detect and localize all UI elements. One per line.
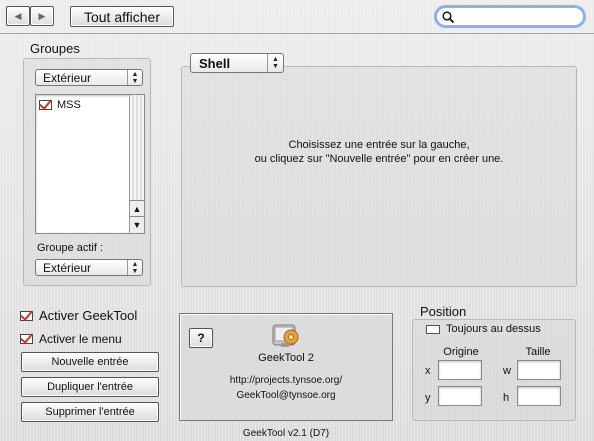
group-popup-label: Extérieur (43, 70, 92, 85)
popup-arrows-icon: ▲ ▼ (267, 54, 283, 72)
activate-menu-label: Activer le menu (39, 332, 122, 346)
h-field[interactable] (517, 386, 561, 406)
position-title: Position (420, 304, 467, 319)
always-on-top-label: Toujours au dessus (446, 323, 541, 335)
y-field[interactable] (438, 386, 482, 406)
help-label: ? (197, 331, 205, 345)
editor-message: Choisissez une entrée sur la gauche, ou … (181, 138, 577, 166)
h-label: h (503, 392, 510, 404)
delete-entry-button[interactable]: Supprimer l'entrée (21, 402, 159, 422)
search-field[interactable] (434, 5, 586, 28)
group-enabled-checkbox[interactable] (39, 100, 52, 110)
entry-type-popup[interactable]: Shell ▲ ▼ (190, 53, 284, 73)
w-label: w (503, 365, 511, 377)
project-url[interactable]: http://projects.tynsoe.org/ (179, 375, 393, 386)
activate-geektool-label: Activer GeekTool (39, 308, 138, 323)
always-on-top-row[interactable]: Toujours au dessus (426, 323, 541, 335)
geektool-app-icon (272, 324, 299, 347)
activate-geektool-row[interactable]: Activer GeekTool (20, 308, 137, 323)
group-item-label: MSS (57, 99, 81, 111)
duplicate-entry-button[interactable]: Dupliquer l'entrée (21, 377, 159, 397)
duplicate-entry-label: Dupliquer l'entrée (47, 381, 133, 393)
popup-arrows-icon: ▲ ▼ (127, 70, 142, 85)
list-item[interactable]: MSS (39, 98, 129, 112)
back-button[interactable]: ◀ (6, 6, 30, 26)
delete-entry-label: Supprimer l'entrée (45, 406, 135, 418)
always-on-top-checkbox[interactable] (426, 324, 440, 334)
group-popup[interactable]: Extérieur ▲ ▼ (35, 69, 143, 86)
version-label: GeekTool v2.1 (D7) (242, 428, 330, 439)
show-all-button[interactable]: Tout afficher (70, 6, 174, 27)
activate-geektool-checkbox[interactable] (20, 310, 33, 321)
forward-button[interactable]: ▶ (30, 6, 54, 26)
scroll-down-arrow-icon[interactable]: ▼ (130, 216, 144, 233)
activate-menu-checkbox[interactable] (20, 334, 33, 344)
active-group-label: Groupe actif : (37, 242, 104, 254)
groups-list-scrollbar[interactable]: ▲ ▼ (129, 95, 144, 233)
scroll-up-arrow-icon[interactable]: ▲ (130, 200, 144, 217)
back-arrow-icon: ◀ (14, 10, 22, 21)
new-entry-button[interactable]: Nouvelle entrée (21, 352, 159, 372)
groups-title: Groupes (30, 41, 80, 56)
toolbar-divider (0, 33, 594, 34)
popup-arrows-icon: ▲ ▼ (127, 260, 142, 275)
search-icon (442, 11, 455, 24)
size-label: Taille (525, 346, 551, 358)
editor-box (181, 66, 577, 287)
w-field[interactable] (517, 360, 561, 380)
show-all-label: Tout afficher (83, 8, 160, 25)
groups-list[interactable]: MSS ▲ ▼ (35, 94, 145, 234)
new-entry-label: Nouvelle entrée (51, 356, 129, 368)
contact-email[interactable]: GeekTool@tynsoe.org (179, 390, 393, 401)
active-group-popup-label: Extérieur (43, 260, 92, 275)
y-label: y (425, 392, 431, 404)
origin-label: Origine (443, 346, 479, 358)
search-input[interactable] (456, 9, 578, 25)
app-name: GeekTool 2 (258, 352, 314, 364)
help-button[interactable]: ? (189, 328, 213, 348)
forward-arrow-icon: ▶ (38, 10, 46, 21)
x-field[interactable] (438, 360, 482, 380)
editor-message-line2: ou cliquez sur "Nouvelle entrée" pour en… (254, 153, 504, 165)
entry-type-label: Shell (199, 55, 231, 71)
editor-message-line1: Choisissez une entrée sur la gauche, (288, 139, 470, 151)
x-label: x (425, 365, 431, 377)
activate-menu-row[interactable]: Activer le menu (20, 332, 122, 346)
active-group-popup[interactable]: Extérieur ▲ ▼ (35, 259, 143, 276)
